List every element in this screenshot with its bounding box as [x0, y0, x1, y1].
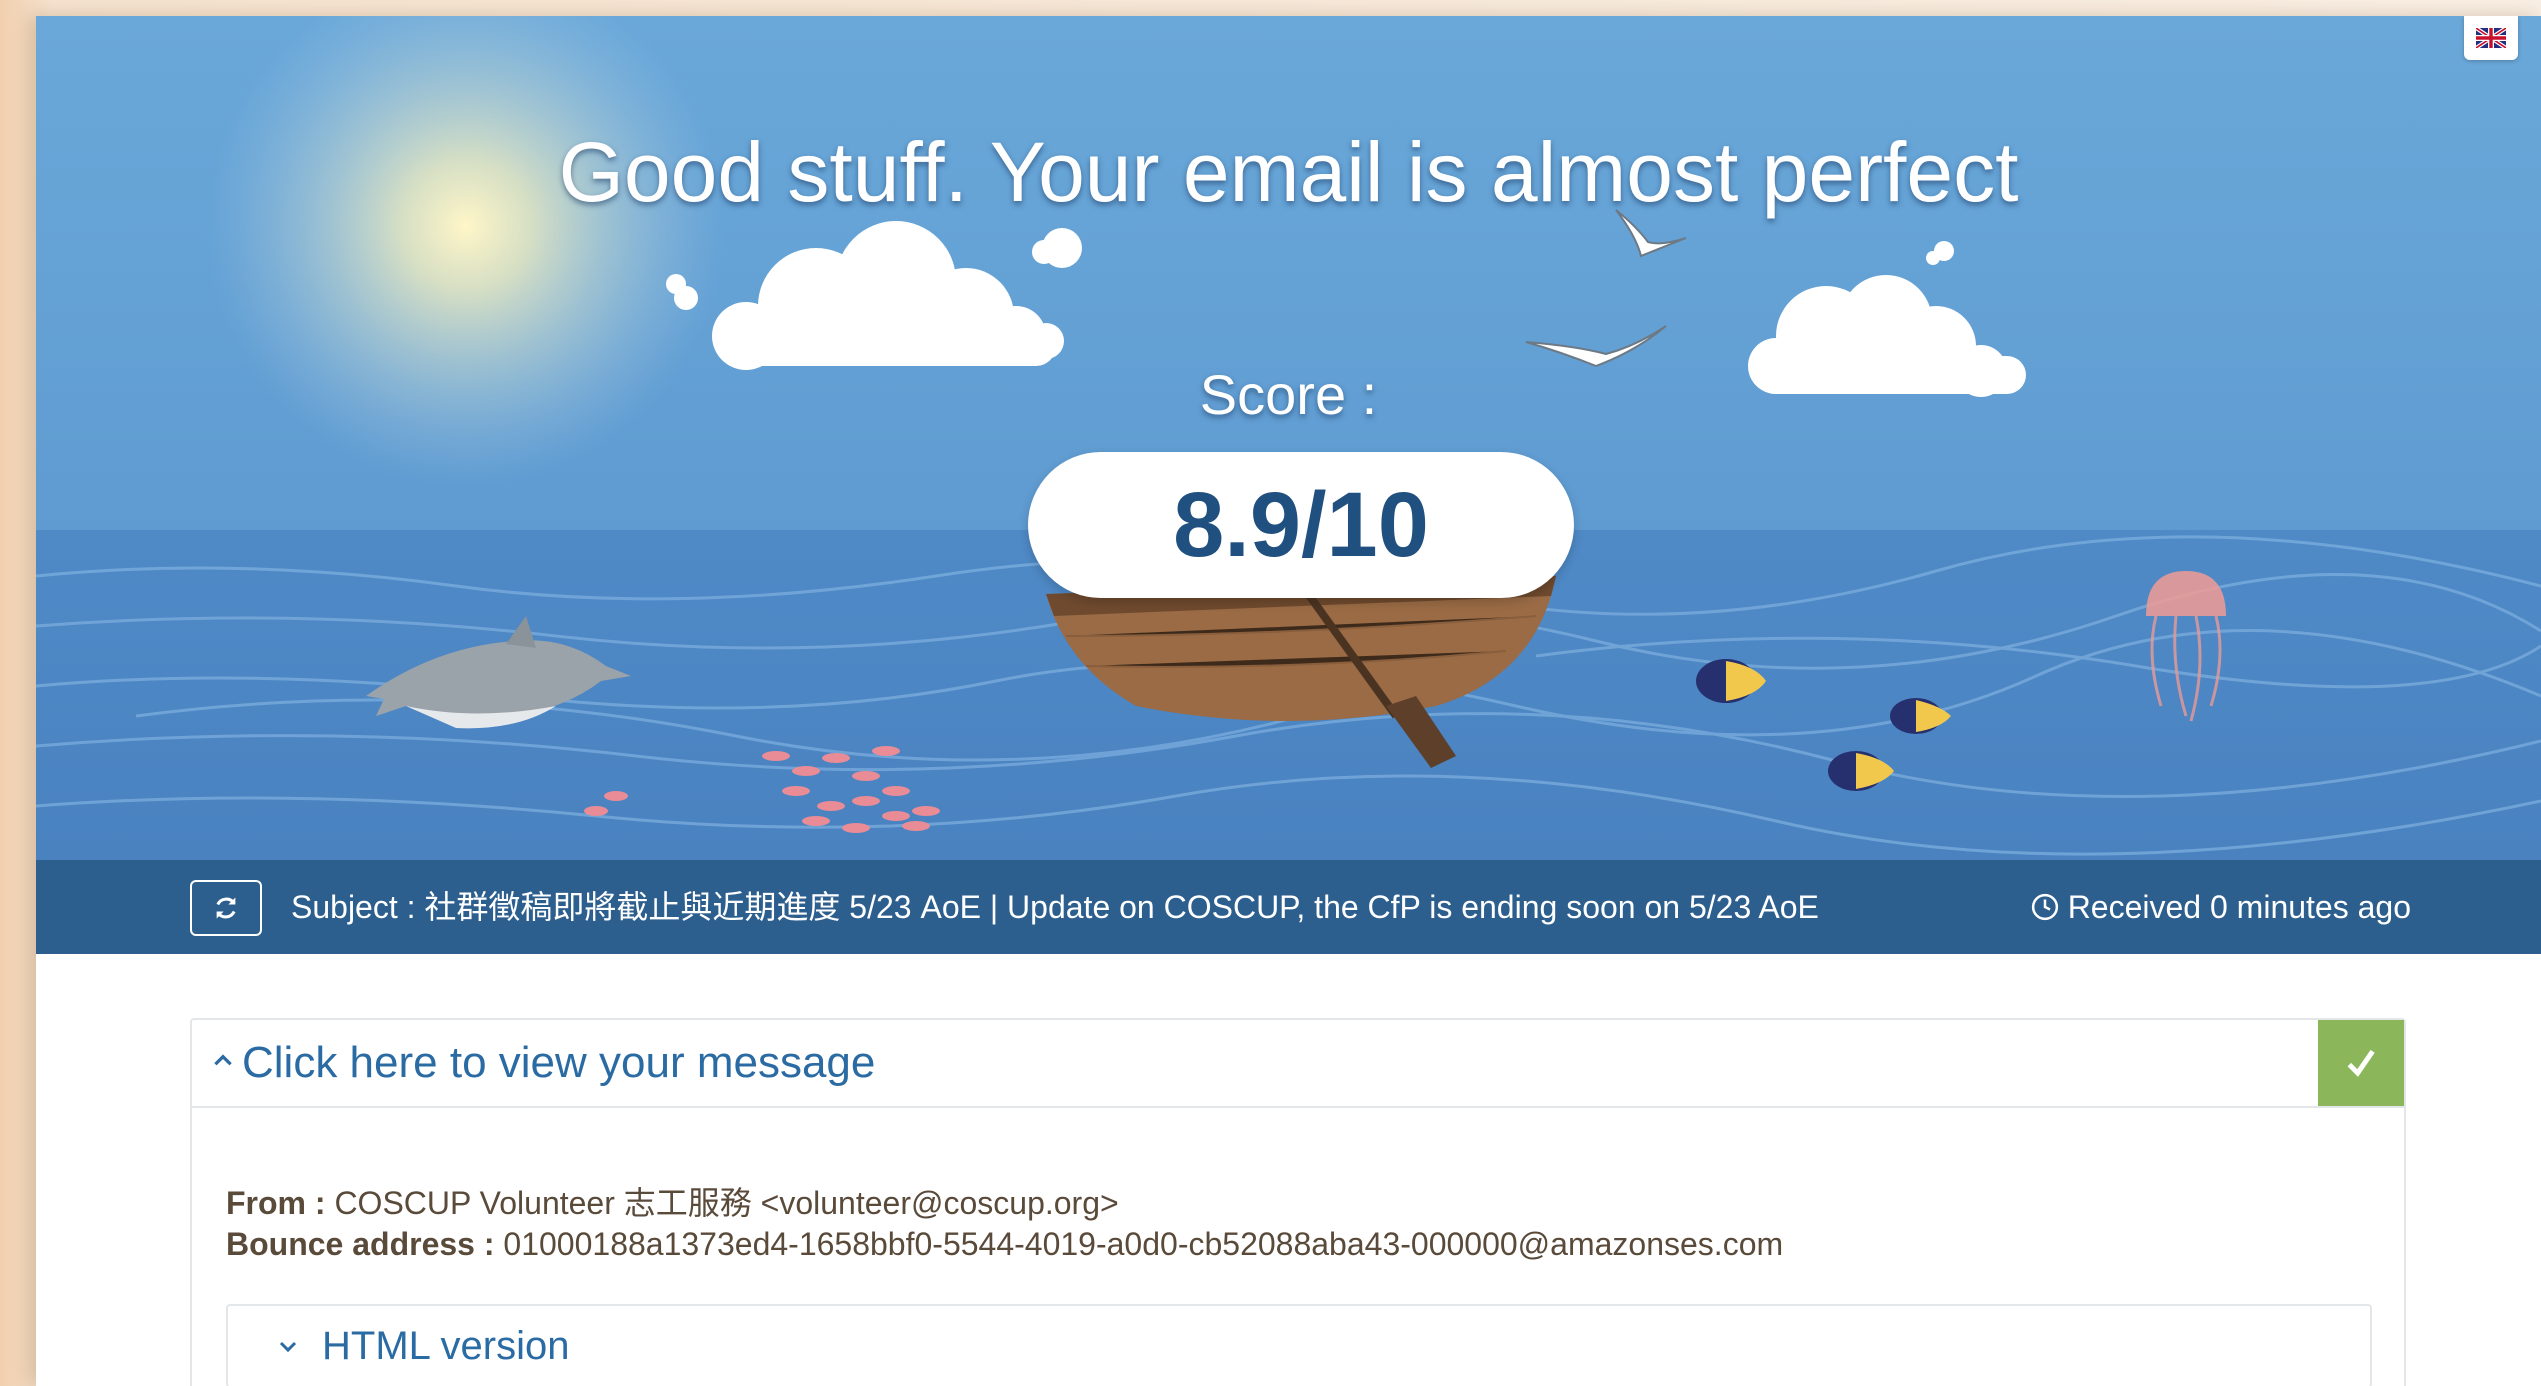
hero-banner: Good stuff. Your email is almost perfect… [36, 16, 2541, 860]
report-page: Good stuff. Your email is almost perfect… [36, 16, 2541, 1386]
score-value: 8.9/10 [1173, 473, 1429, 576]
score-label: Score : [1199, 363, 1378, 426]
message-panel-header[interactable]: Click here to view your message [192, 1020, 2404, 1108]
chevron-up-icon [214, 1054, 232, 1066]
score-badge: 8.9/10 [1028, 452, 1574, 598]
from-line: From : COSCUP Volunteer 志工服務 <volunteer@… [226, 1178, 1119, 1224]
email-subject: Subject : 社群徵稿即將截止與近期進度 5/23 AoE | Updat… [291, 889, 1819, 925]
status-badge [2318, 1020, 2404, 1106]
language-selector-button[interactable] [2464, 16, 2518, 60]
refresh-button[interactable] [190, 880, 262, 936]
message-panel: Click here to view your message From : C… [190, 1018, 2406, 1386]
from-value: COSCUP Volunteer 志工服務 <volunteer@coscup.… [334, 1185, 1119, 1221]
chevron-down-icon [279, 1341, 297, 1353]
subject-bar: Subject : 社群徵稿即將截止與近期進度 5/23 AoE | Updat… [36, 860, 2541, 954]
html-version-toggle[interactable]: HTML version [226, 1304, 2372, 1386]
bounce-value: 01000188a1373ed4-1658bbf0-5544-4019-a0d0… [503, 1226, 1784, 1262]
checkmark-icon [2347, 1049, 2375, 1077]
received-time: Received 0 minutes ago [2030, 860, 2411, 954]
from-label: From : [226, 1185, 326, 1221]
view-message-toggle[interactable]: Click here to view your message [242, 1020, 875, 1106]
received-text: Received 0 minutes ago [2067, 889, 2411, 925]
headline: Good stuff. Your email is almost perfect [558, 125, 2019, 219]
clock-icon [2031, 893, 2058, 921]
html-version-label: HTML version [322, 1324, 570, 1368]
bounce-label: Bounce address : [226, 1226, 495, 1262]
bounce-line: Bounce address : 01000188a1373ed4-1658bb… [226, 1226, 1783, 1263]
refresh-icon [216, 897, 236, 919]
uk-flag-icon [2476, 28, 2506, 48]
